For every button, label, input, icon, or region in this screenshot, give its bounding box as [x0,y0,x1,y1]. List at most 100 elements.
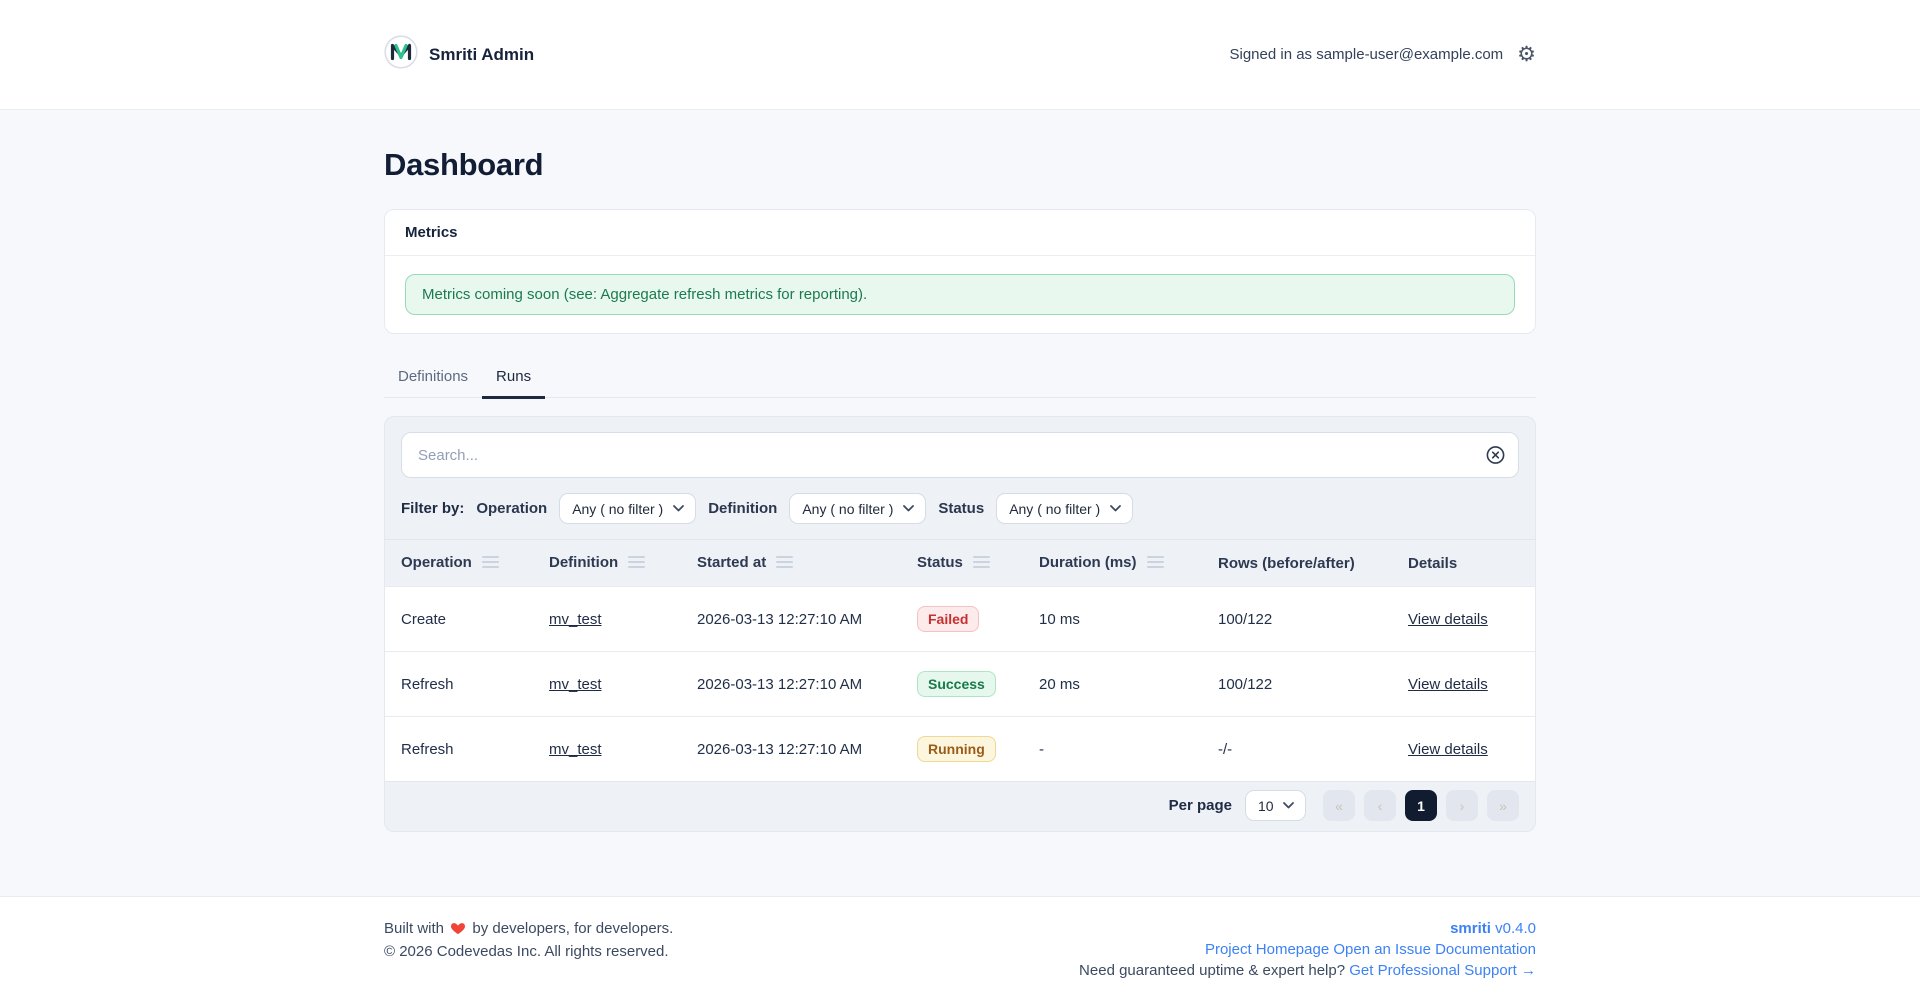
footer-copyright: © 2026 Codevedas Inc. All rights reserve… [384,941,673,962]
column-header-definition[interactable]: Definition [533,540,681,587]
clear-search-icon[interactable] [1486,446,1505,465]
filter-by-label: Filter by: [401,500,464,517]
app-title: Smriti Admin [429,45,534,65]
metrics-card-title: Metrics [405,224,458,241]
table-row: Refresh mv_test 2026-03-13 12:27:10 AM Succ… [385,652,1536,717]
column-header-rows-before-after: Rows (before/after) [1202,540,1392,587]
app-footer: Built with by developers, for developers… [0,896,1920,995]
definition-link[interactable]: mv_test [549,611,602,628]
cell-status: Running [901,717,1023,782]
per-page-select[interactable]: 10 [1258,798,1274,814]
search-input[interactable] [401,432,1519,478]
cell-rows: -/- [1202,717,1392,782]
cell-details: View details [1392,717,1536,782]
cell-details: View details [1392,587,1536,652]
cell-definition: mv_test [533,652,681,717]
metrics-card-header: Metrics [385,210,1535,256]
cell-duration: - [1023,717,1202,782]
footer-right: smriti v0.4.0 Project Homepage Open an I… [1079,918,1536,981]
cell-rows: 100/122 [1202,587,1392,652]
sort-icon[interactable] [973,555,990,572]
runs-panel: Filter by: Operation Any ( no filter ) Def… [384,416,1536,832]
cell-started-at: 2026-03-13 12:27:10 AM [681,652,901,717]
footer-built-prefix: Built with [384,920,444,937]
column-header-started-at[interactable]: Started at [681,540,901,587]
chevron-down-icon [1110,505,1121,512]
heart-icon [450,920,466,941]
footer-link-project-homepage[interactable]: Project Homepage [1205,941,1329,958]
definition-link[interactable]: mv_test [549,676,602,693]
footer-support-line: Need guaranteed uptime & expert help? Ge… [1079,960,1536,981]
table-header-row: Operation Definition Started at Status Durat… [385,540,1536,587]
column-header-details: Details [1392,540,1536,587]
column-label: Status [917,554,963,571]
footer-version[interactable]: v0.4.0 [1495,920,1536,937]
prev-page-button[interactable]: ‹ [1364,790,1396,821]
filter-select-wrap-operation[interactable]: Any ( no filter ) [559,493,696,524]
status-badge: Failed [917,606,979,632]
chevron-down-icon [1283,802,1294,809]
view-details-link[interactable]: View details [1408,611,1488,628]
definition-link[interactable]: mv_test [549,741,602,758]
footer-built-suffix: by developers, for developers. [472,920,673,937]
view-details-link[interactable]: View details [1408,676,1488,693]
view-details-link[interactable]: View details [1408,741,1488,758]
sort-icon[interactable] [482,555,499,572]
footer-version-line: smriti v0.4.0 [1079,918,1536,939]
tab-runs[interactable]: Runs [482,362,545,399]
column-header-status[interactable]: Status [901,540,1023,587]
filter-label-definition: Definition [708,500,777,517]
per-page-label: Per page [1169,797,1232,814]
footer-links: Project Homepage Open an Issue Documenta… [1079,939,1536,960]
table-row: Create mv_test 2026-03-13 12:27:10 AM Faile… [385,587,1536,652]
cell-duration: 10 ms [1023,587,1202,652]
footer-link-documentation[interactable]: Documentation [1435,941,1536,958]
column-header-operation[interactable]: Operation [385,540,533,587]
professional-support-link[interactable]: Get Professional Support → [1349,962,1536,979]
filter-select-operation[interactable]: Any ( no filter ) [572,501,664,517]
signed-in-text: Signed in as sample-user@example.com [1229,46,1503,63]
footer-left: Built with by developers, for developers… [384,918,673,981]
column-header-duration-ms[interactable]: Duration (ms) [1023,540,1202,587]
cell-definition: mv_test [533,587,681,652]
table-row: Refreshmv_test2026-03-13 12:27:10 AMRunn… [385,717,1536,782]
filter-select-status[interactable]: Any ( no filter ) [1009,501,1101,517]
cell-operation: Create [385,587,533,652]
footer-brand-link[interactable]: smriti [1450,920,1491,937]
sort-icon[interactable] [776,555,793,572]
next-page-button[interactable]: › [1446,790,1478,821]
status-badge: Success [917,671,996,697]
filter-select-wrap-status[interactable]: Any ( no filter ) [996,493,1133,524]
chevron-down-icon [903,505,914,512]
per-page-select-wrap[interactable]: 10 [1245,790,1306,821]
page-1-button[interactable]: 1 [1405,790,1437,821]
app-logo-icon [384,35,418,74]
column-label: Operation [401,554,472,571]
column-label: Definition [549,554,618,571]
runs-table: Operation Definition Started at Status Durat… [385,539,1536,781]
cell-started-at: 2026-03-13 12:27:10 AM [681,717,901,782]
sort-icon[interactable] [628,555,645,572]
cell-definition: mv_test [533,717,681,782]
page-title: Dashboard [384,147,1536,183]
filter-select-wrap-definition[interactable]: Any ( no filter ) [789,493,926,524]
filter-label-status: Status [938,500,984,517]
cell-details: View details [1392,652,1536,717]
cell-status: Failed [901,587,1023,652]
page-buttons: « ‹ 1 › » [1323,790,1519,821]
chevron-down-icon [673,505,684,512]
filter-select-definition[interactable]: Any ( no filter ) [802,501,894,517]
footer-link-open-an-issue[interactable]: Open an Issue [1333,941,1431,958]
last-page-button[interactable]: » [1487,790,1519,821]
tab-definitions[interactable]: Definitions [384,362,482,399]
cell-operation: Refresh [385,652,533,717]
metrics-card: Metrics Metrics coming soon (see: Aggreg… [384,209,1536,334]
sort-icon[interactable] [1147,555,1164,572]
column-label: Details [1408,555,1457,572]
column-label: Rows (before/after) [1218,555,1355,572]
metrics-alert: Metrics coming soon (see: Aggregate refr… [405,274,1515,315]
cell-started-at: 2026-03-13 12:27:10 AM [681,587,901,652]
gear-icon[interactable]: ⚙ [1517,44,1536,65]
first-page-button[interactable]: « [1323,790,1355,821]
column-label: Duration (ms) [1039,554,1137,571]
